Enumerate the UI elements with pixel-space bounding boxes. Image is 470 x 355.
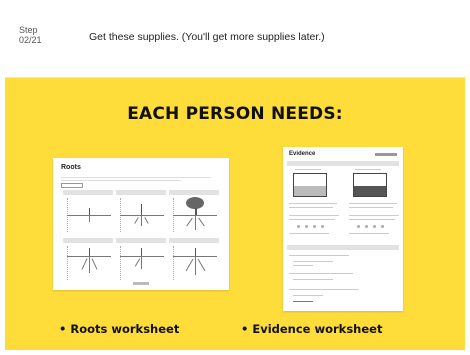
depth-ruler — [173, 246, 174, 280]
answer-choice — [365, 225, 368, 228]
text-line — [293, 265, 313, 266]
plant-stem — [89, 248, 90, 256]
environment-diagram — [293, 173, 327, 197]
answer-choice — [297, 225, 300, 228]
text-line — [349, 203, 397, 204]
cell-header — [63, 238, 113, 243]
depth-ruler — [67, 246, 68, 280]
plant-root — [197, 258, 206, 272]
plant-root — [81, 258, 88, 270]
text-line — [293, 261, 333, 262]
instruction-line — [61, 180, 181, 181]
instruction-line — [61, 177, 211, 178]
worksheet-logo — [375, 153, 397, 156]
plant-root — [141, 216, 142, 226]
section-header — [287, 161, 399, 166]
plant-cell — [169, 190, 219, 234]
plant-cell — [63, 238, 113, 282]
plant-stem — [89, 208, 90, 215]
text-line — [289, 273, 353, 274]
supply-item-roots-worksheet: • Roots worksheet — [59, 322, 180, 336]
plant-cell — [169, 238, 219, 282]
text-line — [355, 169, 381, 170]
plant-root — [91, 258, 98, 270]
plant-stem — [141, 204, 142, 215]
evidence-worksheet-title: Evidence — [289, 151, 316, 157]
soil-fill — [294, 186, 326, 196]
plant-root — [186, 217, 193, 227]
section-header — [287, 245, 399, 250]
answer-choice — [305, 225, 308, 228]
text-line — [289, 203, 337, 204]
text-line — [289, 219, 335, 220]
ground-line — [120, 215, 164, 216]
panel-title: EACH PERSON NEEDS: — [127, 104, 343, 124]
ground-line — [120, 256, 164, 257]
cell-header — [169, 190, 219, 195]
plant-root — [198, 217, 205, 227]
text-line — [349, 207, 393, 208]
roots-worksheet-image: Roots — [53, 158, 229, 290]
roots-worksheet-title: Roots — [61, 164, 81, 171]
text-line — [349, 233, 389, 234]
plant-root — [141, 257, 142, 269]
plant-stem — [141, 248, 142, 256]
plant-cell — [116, 238, 166, 282]
depth-ruler — [120, 246, 121, 280]
text-line — [293, 279, 333, 280]
answer-choice — [321, 225, 324, 228]
soil-fill — [354, 186, 386, 196]
example-box — [61, 183, 83, 188]
cell-header — [169, 238, 219, 243]
text-line — [289, 255, 349, 256]
evidence-worksheet-image: Evidence — [283, 147, 403, 311]
plant-stem — [195, 248, 196, 256]
step-label: Step — [19, 25, 38, 35]
text-line — [289, 215, 339, 216]
step-number: 02/21 — [19, 35, 42, 45]
plant-root — [144, 217, 149, 224]
slide-frame: Step 02/21 Get these supplies. (You'll g… — [5, 5, 465, 350]
plant-cell — [116, 190, 166, 234]
plant-root — [195, 257, 196, 275]
text-line — [349, 219, 395, 220]
supplies-panel: EACH PERSON NEEDS: Roots Evidence • Root… — [5, 78, 465, 350]
cell-header — [116, 190, 166, 195]
text-line — [289, 207, 333, 208]
supply-item-evidence-worksheet: • Evidence worksheet — [241, 322, 383, 336]
worksheet-logo — [133, 282, 149, 285]
plant-root — [195, 216, 196, 230]
answer-choice — [357, 225, 360, 228]
plant-root — [89, 257, 90, 273]
text-line — [293, 295, 323, 296]
cell-header — [63, 190, 113, 195]
step-counter: Step 02/21 — [19, 25, 42, 45]
text-line — [293, 301, 313, 302]
environment-diagram — [353, 173, 387, 197]
answer-choice — [313, 225, 316, 228]
text-line — [289, 289, 359, 290]
answer-choice — [373, 225, 376, 228]
plant-root — [89, 216, 90, 222]
plant-stem — [195, 208, 197, 215]
plant-root — [134, 217, 139, 224]
plant-root — [134, 258, 141, 267]
text-line — [289, 233, 329, 234]
answer-choice — [381, 225, 384, 228]
text-line — [295, 169, 321, 170]
plant-root — [185, 258, 194, 272]
step-instruction: Get these supplies. (You'll get more sup… — [89, 31, 325, 43]
plant-cell — [63, 190, 113, 234]
text-line — [349, 215, 399, 216]
cell-header — [116, 238, 166, 243]
step-header: Step 02/21 Get these supplies. (You'll g… — [5, 5, 465, 78]
